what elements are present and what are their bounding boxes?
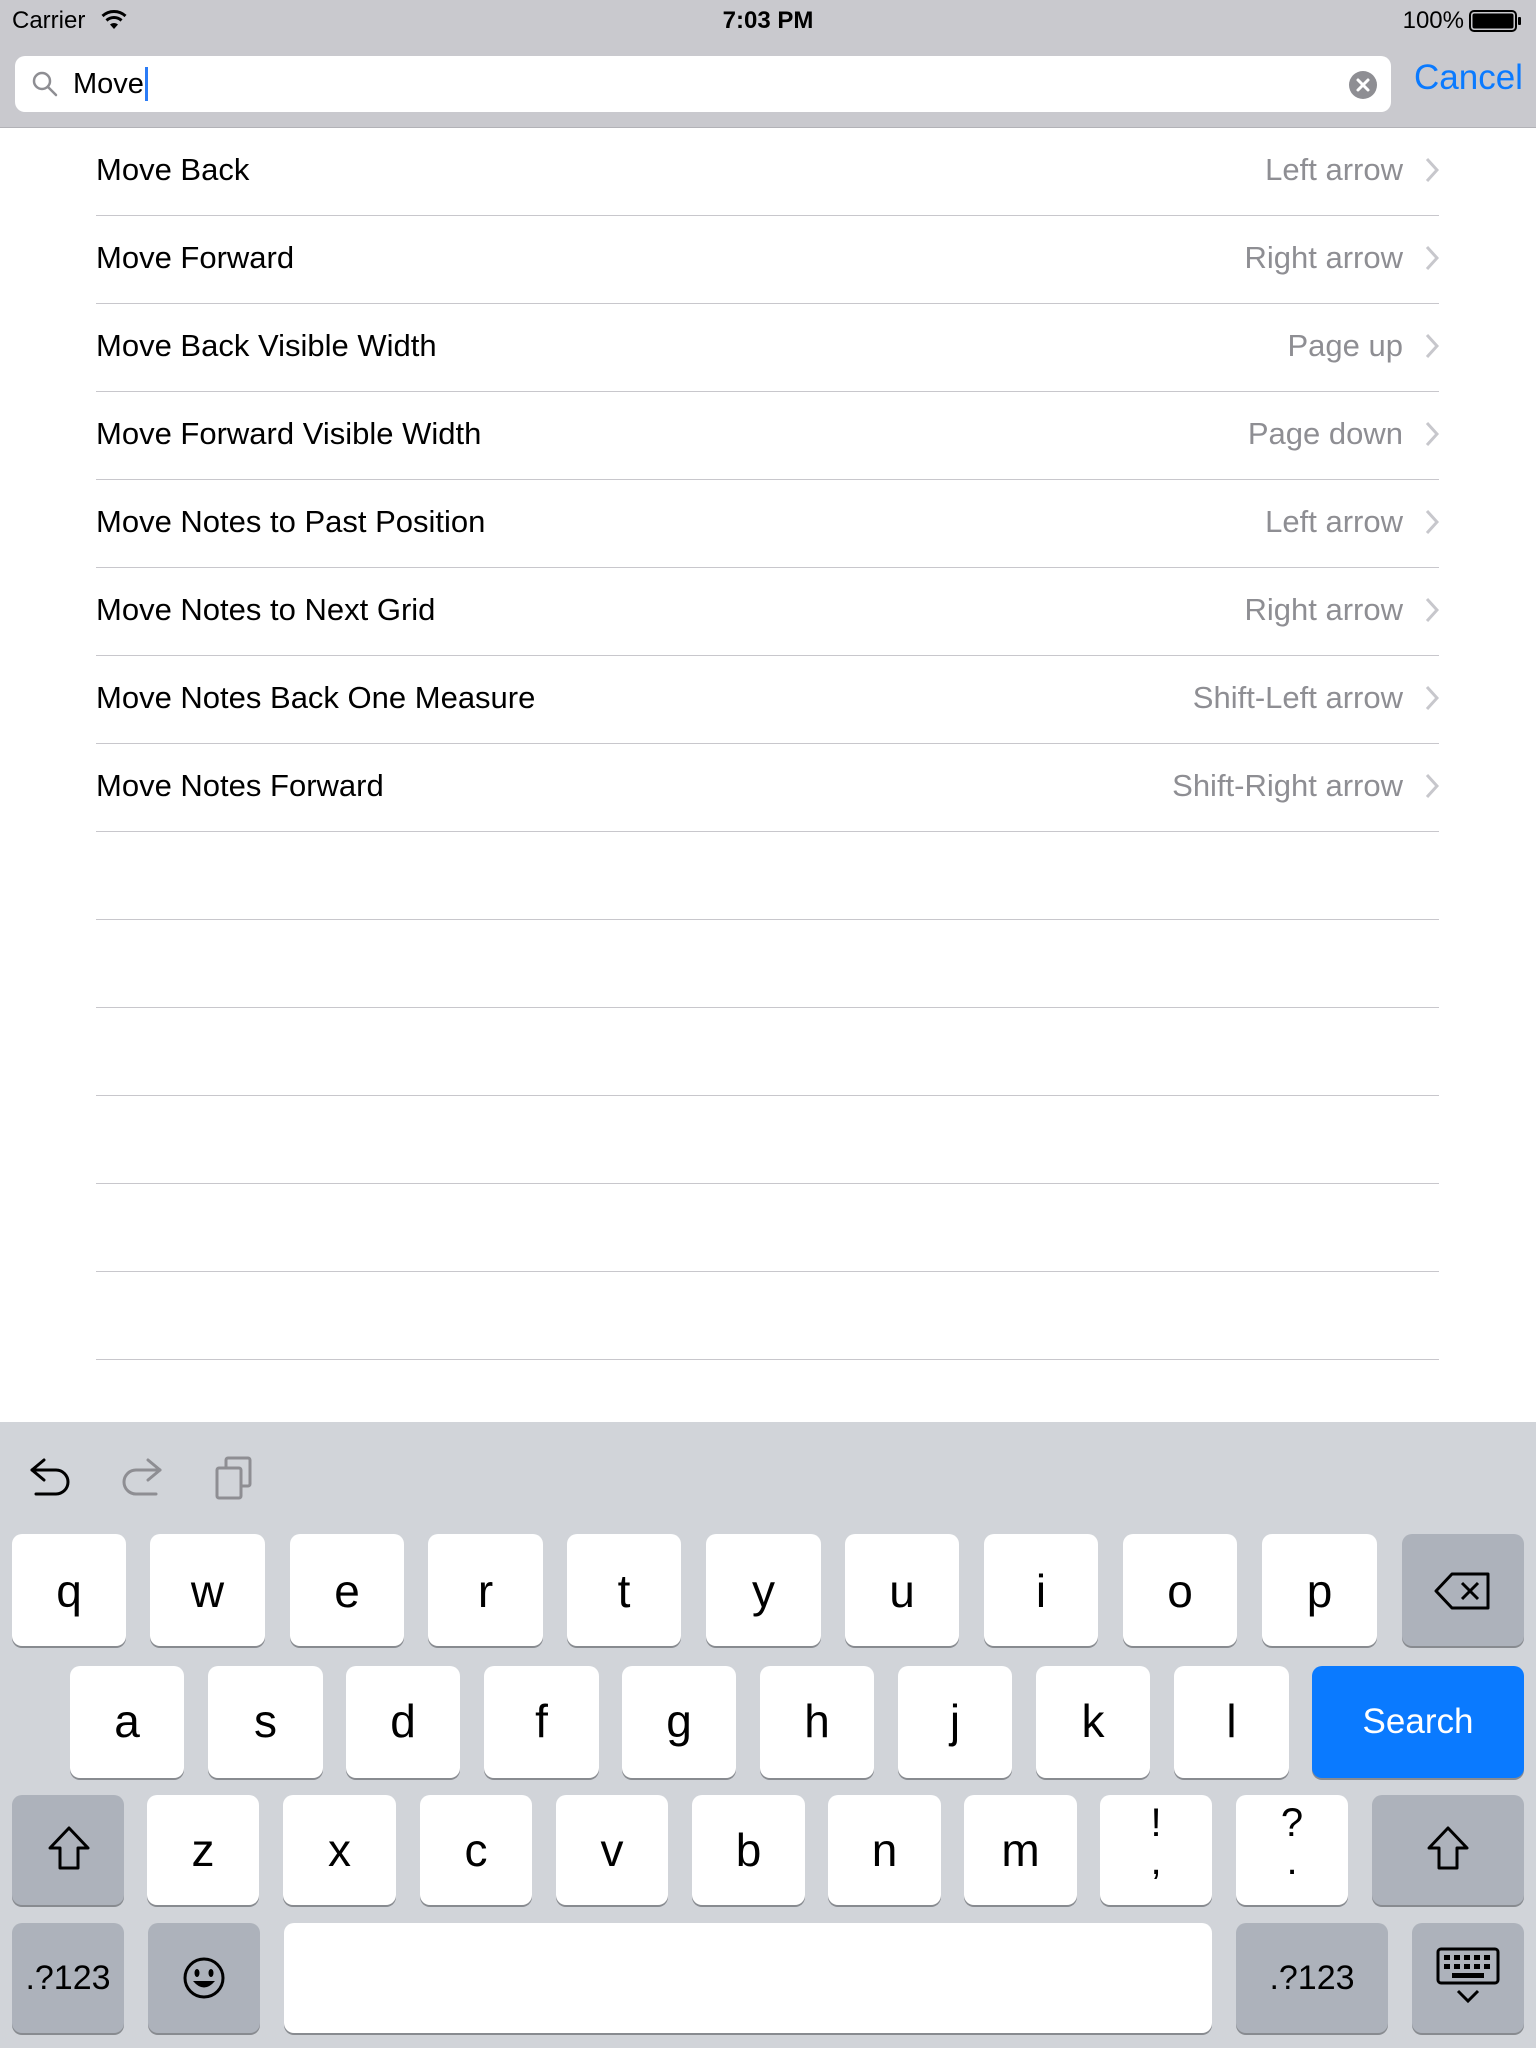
search-icon	[32, 71, 58, 97]
key-e[interactable]: e	[290, 1534, 404, 1646]
backspace-icon	[1434, 1572, 1490, 1610]
numbers-key-left[interactable]: .?123	[12, 1923, 124, 2033]
empty-row	[96, 920, 1439, 1008]
battery-icon	[1469, 10, 1521, 32]
key-d[interactable]: d	[346, 1666, 460, 1778]
key-z[interactable]: z	[147, 1795, 259, 1905]
list-item[interactable]: Move Notes Forward Shift-Right arrow	[96, 744, 1439, 832]
empty-row	[96, 1008, 1439, 1096]
empty-row	[96, 1096, 1439, 1184]
list-item-title: Move Forward	[96, 240, 295, 275]
chevron-right-icon	[1425, 685, 1439, 711]
key-o[interactable]: o	[1123, 1534, 1237, 1646]
key-m[interactable]: m	[964, 1795, 1077, 1905]
list-item-shortcut: Left arrow	[1265, 152, 1403, 187]
key-x[interactable]: x	[283, 1795, 396, 1905]
key-s[interactable]: s	[208, 1666, 323, 1778]
list-item-shortcut: Page up	[1287, 328, 1404, 363]
shift-key-left[interactable]	[12, 1795, 124, 1905]
numbers-key-right[interactable]: .?123	[1236, 1923, 1388, 2033]
chevron-right-icon	[1425, 245, 1439, 271]
undo-icon[interactable]	[28, 1456, 74, 1498]
search-header: Carrier 7:03 PM 100% Move Cancel	[0, 0, 1536, 128]
list-item-title: Move Notes to Past Position	[96, 504, 486, 539]
search-input[interactable]: Move	[15, 56, 1391, 112]
list-item-shortcut: Page down	[1247, 416, 1403, 451]
paste-icon[interactable]	[214, 1456, 254, 1500]
key-q[interactable]: q	[12, 1534, 126, 1646]
delete-key[interactable]	[1402, 1534, 1524, 1646]
space-key[interactable]	[284, 1923, 1212, 2033]
list-item[interactable]: Move Forward Visible Width Page down	[96, 392, 1439, 480]
dismiss-keyboard-key[interactable]	[1412, 1923, 1524, 2033]
empty-row	[96, 1272, 1439, 1360]
list-item-title: Move Notes to Next Grid	[96, 592, 436, 627]
list-item[interactable]: Move Notes Back One Measure Shift-Left a…	[96, 656, 1439, 744]
list-item-title: Move Notes Back One Measure	[96, 680, 536, 715]
chevron-right-icon	[1425, 333, 1439, 359]
key-t[interactable]: t	[567, 1534, 681, 1646]
list-item-title: Move Back Visible Width	[96, 328, 437, 363]
list-item-shortcut: Shift-Left arrow	[1192, 680, 1403, 715]
clear-text-icon[interactable]	[1349, 71, 1377, 99]
key-w[interactable]: w	[150, 1534, 265, 1646]
shift-icon	[48, 1826, 90, 1870]
key-y[interactable]: y	[706, 1534, 821, 1646]
shift-icon	[1427, 1826, 1469, 1870]
chevron-right-icon	[1425, 597, 1439, 623]
list-item[interactable]: Move Back Left arrow	[96, 128, 1439, 216]
chevron-right-icon	[1425, 509, 1439, 535]
list-item[interactable]: Move Forward Right arrow	[96, 216, 1439, 304]
clock: 7:03 PM	[722, 7, 814, 34]
key-p[interactable]: p	[1262, 1534, 1377, 1646]
list-item-shortcut: Right arrow	[1244, 592, 1404, 627]
key-r[interactable]: r	[428, 1534, 543, 1646]
list-item-title: Move Forward Visible Width	[96, 416, 482, 451]
key-v[interactable]: v	[556, 1795, 668, 1905]
cancel-button[interactable]: Cancel	[1414, 58, 1523, 98]
key-question-period[interactable]: ? .	[1236, 1795, 1348, 1905]
list-item[interactable]: Move Notes to Past Position Left arrow	[96, 480, 1439, 568]
redo-icon[interactable]	[118, 1456, 164, 1498]
key-i[interactable]: i	[984, 1534, 1098, 1646]
list-item-shortcut: Right arrow	[1244, 240, 1404, 275]
list-item[interactable]: Move Notes to Next Grid Right arrow	[96, 568, 1439, 656]
empty-row	[96, 832, 1439, 920]
emoji-key[interactable]	[148, 1923, 260, 2033]
key-j[interactable]: j	[898, 1666, 1012, 1778]
key-a[interactable]: a	[70, 1666, 184, 1778]
key-l[interactable]: l	[1174, 1666, 1289, 1778]
key-h[interactable]: h	[760, 1666, 874, 1778]
chevron-right-icon	[1425, 773, 1439, 799]
list-item-shortcut: Left arrow	[1265, 504, 1403, 539]
chevron-right-icon	[1425, 157, 1439, 183]
keyboard-dismiss-icon	[1436, 1947, 1500, 2004]
chevron-right-icon	[1425, 421, 1439, 447]
key-n[interactable]: n	[828, 1795, 941, 1905]
keyboard: q w e r t y u i o p a s d f g h j k l Se…	[0, 1422, 1536, 2048]
list-item-shortcut: Shift-Right arrow	[1172, 768, 1403, 803]
search-input-value: Move	[73, 67, 148, 101]
list-item-title: Move Back	[96, 152, 250, 187]
key-u[interactable]: u	[845, 1534, 959, 1646]
list-item-title: Move Notes Forward	[96, 768, 384, 803]
key-g[interactable]: g	[622, 1666, 736, 1778]
results-list: Move Back Left arrow Move Forward Right …	[0, 128, 1536, 1360]
key-c[interactable]: c	[420, 1795, 532, 1905]
empty-row	[96, 1184, 1439, 1272]
status-bar: Carrier 7:03 PM 100%	[0, 0, 1536, 40]
shift-key-right[interactable]	[1372, 1795, 1524, 1905]
search-key[interactable]: Search	[1312, 1666, 1524, 1778]
battery-percent: 100%	[1402, 7, 1464, 34]
key-exclamation-comma[interactable]: ! ,	[1100, 1795, 1212, 1905]
key-b[interactable]: b	[692, 1795, 805, 1905]
emoji-icon	[183, 1957, 225, 1999]
key-f[interactable]: f	[484, 1666, 599, 1778]
key-k[interactable]: k	[1036, 1666, 1150, 1778]
list-item[interactable]: Move Back Visible Width Page up	[96, 304, 1439, 392]
